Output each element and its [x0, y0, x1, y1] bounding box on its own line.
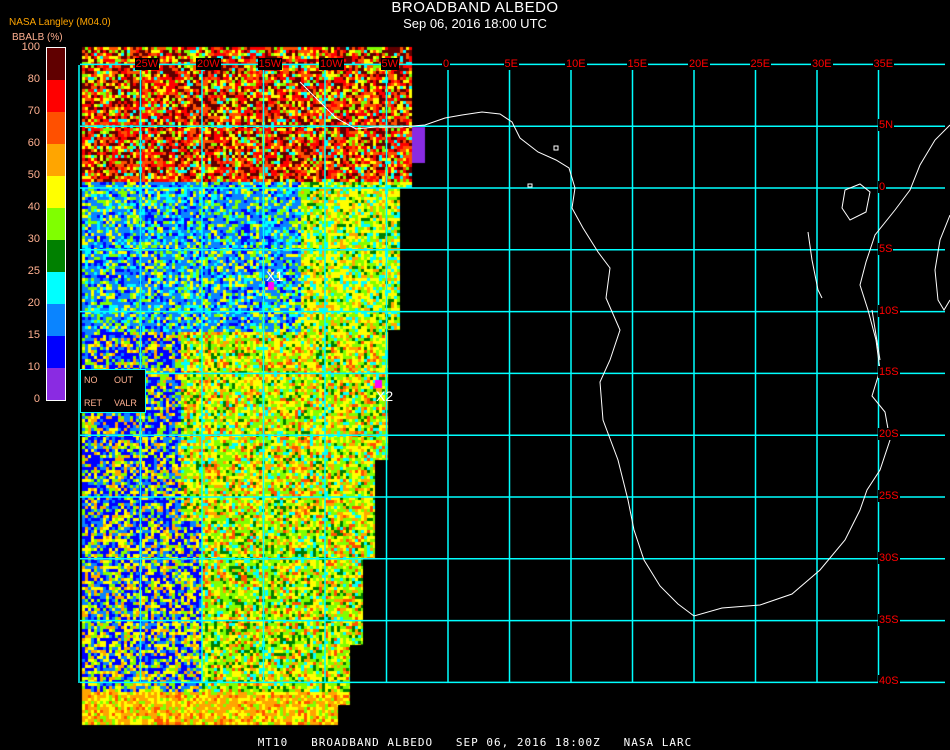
latitude-label: 10S: [878, 304, 900, 317]
latitude-label: 5N: [878, 119, 895, 132]
data-source: NASA Langley (M04.0): [9, 17, 111, 28]
color-scale-label: 10: [27, 361, 40, 373]
longitude-label: 0: [442, 58, 451, 70]
color-scale-label: 50: [27, 169, 40, 181]
africa-coastline: [299, 81, 950, 617]
latitude-label: 20S: [878, 428, 900, 441]
longitude-label: 30E: [811, 58, 833, 70]
color-scale-label: 70: [27, 105, 40, 117]
ret-label: RET: [84, 398, 102, 408]
color-scale-swatch: [47, 272, 65, 304]
color-scale-swatch: [47, 80, 65, 112]
longitude-label: 5W: [380, 58, 399, 70]
color-scale-swatch: [47, 48, 65, 80]
color-scale-swatch: [47, 112, 65, 144]
color-scale-label: 15: [27, 329, 40, 341]
latitude-label: 5S: [878, 242, 894, 255]
color-scale-swatch: [47, 336, 65, 368]
lat-lon-grid: [78, 63, 945, 684]
bioko-island: [553, 145, 559, 151]
sao-tome-island: [527, 183, 533, 188]
longitude-label: 15E: [626, 58, 649, 70]
longitude-label: 10W: [319, 58, 344, 70]
longitude-label: 10E: [565, 58, 587, 70]
color-scale-label: 0: [33, 393, 40, 405]
madagascar-coastline: [934, 214, 950, 311]
color-scale-swatch: [47, 208, 65, 240]
latitude-label: 0: [878, 181, 887, 193]
no-retrieval-legend-box: NO OUT RET VALR: [80, 369, 146, 413]
title-block: BROADBAND ALBEDO Sep 06, 2016 18:00 UTC: [0, 0, 950, 31]
map-title: BROADBAND ALBEDO: [391, 0, 559, 16]
longitude-label: 25E: [749, 58, 772, 70]
longitude-label: 25W: [134, 58, 160, 70]
lake-victoria: [841, 183, 871, 221]
marker-x2: X2: [376, 388, 394, 404]
out-label: OUT: [114, 375, 133, 385]
longitude-label: 35E: [872, 58, 895, 70]
longitude-label: 15W: [257, 58, 283, 70]
latitude-label: 25S: [878, 490, 900, 502]
color-scale-label: 25: [27, 265, 40, 277]
color-scale-label: 80: [27, 73, 40, 85]
color-scale-bar: [46, 47, 66, 401]
latitude-label: 15S: [878, 366, 900, 379]
latitude-label: 40S: [878, 675, 900, 688]
marker-x1: X1: [266, 268, 284, 284]
color-scale-label: 100: [21, 41, 40, 53]
color-scale-label: 40: [27, 201, 40, 213]
color-scale-swatch: [47, 304, 65, 336]
latitude-label: 30S: [878, 551, 900, 564]
color-scale-swatch: [47, 240, 65, 272]
color-scale-swatch: [47, 368, 65, 400]
color-scale-label: 60: [27, 137, 40, 149]
color-scale-swatch: [47, 144, 65, 176]
color-scale-label: 30: [27, 233, 40, 245]
valr-label: VALR: [114, 398, 137, 408]
map-timestamp: Sep 06, 2016 18:00 UTC: [403, 16, 547, 31]
color-scale-swatch: [47, 176, 65, 208]
no-label: NO: [84, 375, 98, 385]
lake-tanganyika: [807, 231, 823, 299]
longitude-label: 20E: [688, 58, 710, 70]
longitude-label: 20W: [196, 58, 221, 70]
longitude-label: 5E: [503, 58, 519, 70]
latitude-label: 35S: [878, 613, 900, 626]
footer-caption: MT10 BROADBAND ALBEDO SEP 06, 2016 18:00…: [257, 736, 693, 749]
color-scale-label: 20: [27, 297, 40, 309]
